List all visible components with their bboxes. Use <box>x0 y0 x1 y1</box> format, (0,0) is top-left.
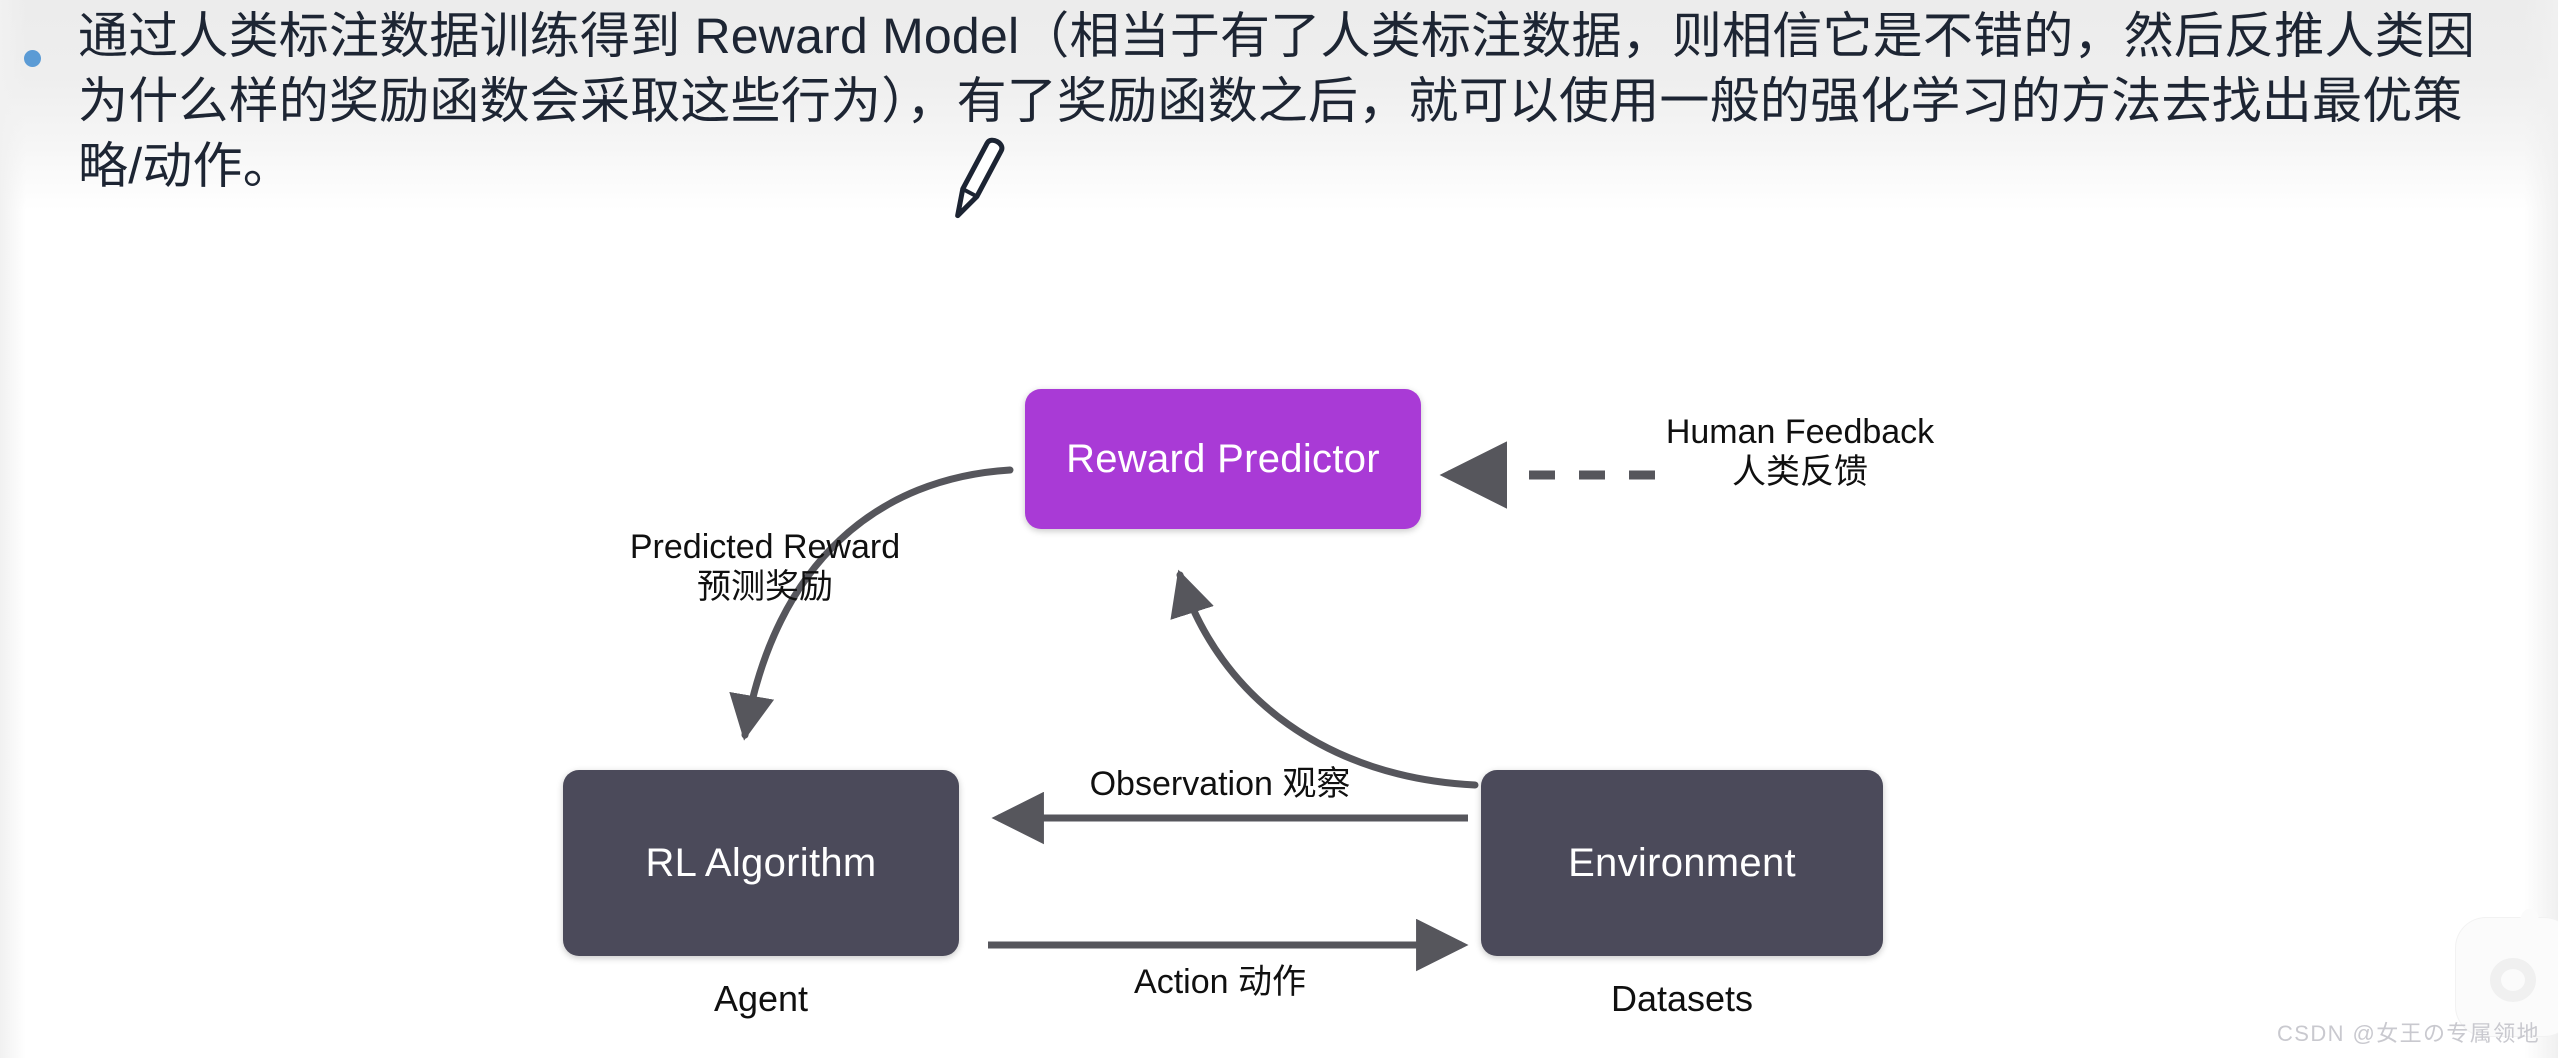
caption-datasets: Datasets <box>1610 978 1754 1019</box>
node-reward-predictor-label: Reward Predictor <box>1066 436 1380 481</box>
node-reward-predictor[interactable]: Reward Predictor <box>1025 389 1421 529</box>
label-action: Action 动作 <box>960 962 1480 1002</box>
caption-agent: Agent <box>713 978 809 1019</box>
node-rl-algorithm-label: RL Algorithm <box>645 840 877 885</box>
label-predicted-reward: Predicted Reward 预测奖励 <box>560 527 970 607</box>
label-human-feedback-zh: 人类反馈 <box>1732 453 1868 492</box>
slide-canvas: 通过人类标注数据训练得到 Reward Model（相当于有了人类标注数据，则相… <box>0 0 2558 1058</box>
label-observation-text: Observation 观察 <box>1089 765 1351 803</box>
node-environment[interactable]: Environment <box>1481 770 1883 956</box>
node-rl-algorithm[interactable]: RL Algorithm <box>563 770 959 956</box>
label-observation: Observation 观察 <box>960 764 1480 804</box>
watermark-text: CSDN @女王の专属领地 <box>2277 1021 2540 1046</box>
label-predicted-reward-en: Predicted Reward <box>629 528 901 566</box>
label-predicted-reward-zh: 预测奖励 <box>697 568 833 607</box>
edge-observation-to-predictor <box>1170 569 1479 789</box>
label-human-feedback: Human Feedback 人类反馈 <box>1590 412 2010 492</box>
diagram-connectors-layer <box>729 441 1655 972</box>
label-human-feedback-en: Human Feedback <box>1665 413 1935 451</box>
node-environment-label: Environment <box>1568 840 1796 885</box>
label-action-text: Action 动作 <box>1134 963 1306 1001</box>
rlhf-flow-diagram: Reward Predictor RL Algorithm Environmen… <box>0 0 2558 1058</box>
